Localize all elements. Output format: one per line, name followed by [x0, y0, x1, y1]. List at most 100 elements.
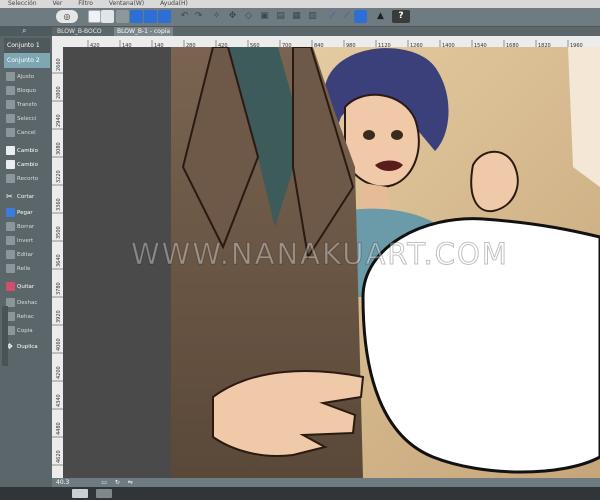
tool-fill[interactable]: Relle — [6, 262, 50, 276]
tool-cut[interactable]: ✂ Cortar — [6, 190, 50, 204]
left-panel: ⌕ Conjunto 1 Conjunto 2 Ajusto Bloquo Tr… — [0, 26, 52, 500]
tool-copy[interactable]: Copia — [6, 324, 50, 338]
menu-bar: Selección Ver Filtro Ventana(W) Ayuda(H) — [0, 0, 600, 8]
tool-selection[interactable]: Selecci — [6, 112, 50, 126]
crop-icon — [6, 174, 15, 183]
tool-paste[interactable]: Pegar — [6, 206, 50, 220]
taskbar-app-icon-2[interactable] — [96, 489, 112, 498]
tool-lock[interactable]: Bloquo — [6, 84, 50, 98]
blue-square-icon[interactable] — [354, 10, 367, 23]
tool-edit[interactable]: Editar — [6, 248, 50, 262]
tool-undo[interactable]: Deshac — [6, 296, 50, 310]
tool-label: Cortar — [17, 194, 35, 200]
tool-redo[interactable]: Rehac — [6, 310, 50, 324]
tool-crop[interactable]: Recorto — [6, 172, 50, 186]
save-icon[interactable] — [116, 10, 129, 23]
watermark-text: WWW.NANAKUART.COM — [131, 237, 509, 272]
tool-label: Invert — [17, 238, 34, 244]
tool-duplicate[interactable]: ❖ Duplica — [6, 340, 50, 354]
ruler-left-label: 2800 — [56, 86, 62, 99]
cancel-icon — [6, 128, 15, 137]
set-tab-2[interactable]: Conjunto 2 — [4, 53, 50, 68]
pen-alt-icon[interactable]: ⟋ — [340, 10, 353, 23]
taskbar-app-icon-1[interactable] — [72, 489, 88, 498]
ruler-left-label: 3220 — [56, 170, 62, 183]
tool-invert[interactable]: Invert — [6, 234, 50, 248]
tool-switch-1[interactable]: Cambio — [6, 144, 50, 158]
menu-item-help[interactable]: Ayuda(H) — [160, 0, 188, 7]
ruler-left-ticks: 2660 2800 2940 3080 3220 3360 3500 3640 3780 3920… — [52, 58, 63, 466]
grid-icon[interactable]: ▦ — [290, 10, 303, 23]
ruler-left-label: 4060 — [56, 338, 62, 351]
switch-icon — [6, 160, 15, 169]
tab-blow-b-boco[interactable]: BLOW_B-BOCO — [54, 27, 105, 36]
ruler-left-label: 4340 — [56, 394, 62, 407]
tool-adjust[interactable]: Ajusto — [6, 70, 50, 84]
tool-erase[interactable]: Borrar — [6, 220, 50, 234]
ruler-left-label: 4200 — [56, 366, 62, 379]
menu-item-window[interactable]: Ventana(W) — [109, 0, 144, 7]
canvas-area[interactable]: WWW.NANAKUART.COM — [63, 47, 600, 478]
menu-item-view[interactable]: Ver — [53, 0, 63, 7]
paste-icon — [6, 208, 15, 217]
tool-transform[interactable]: Transfo — [6, 98, 50, 112]
menu-item-selection[interactable]: Selección — [8, 0, 37, 7]
taskbar — [0, 487, 600, 500]
tool-label: Relle — [17, 266, 31, 272]
tool-label: Bloquo — [17, 88, 37, 94]
ruler-icon[interactable]: ▥ — [306, 10, 319, 23]
tool-cancel[interactable]: Cancel — [6, 126, 50, 140]
tool-label: Selecci — [17, 116, 37, 122]
zoom-value[interactable]: 40.3 — [56, 479, 69, 486]
zoom-out-icon[interactable]: ▭ — [101, 479, 107, 486]
panel-resize-handle[interactable] — [2, 306, 8, 366]
flip-icon[interactable]: ⇋ — [128, 479, 133, 486]
blue-tool-1-icon[interactable] — [130, 10, 143, 23]
invert-icon — [6, 236, 15, 245]
tab-blow-b1-copy[interactable]: BLOW_B-1 - copia — [114, 27, 174, 36]
woman-face — [344, 93, 420, 188]
ruler-left-label: 3640 — [56, 254, 62, 267]
help-icon[interactable]: ? — [392, 10, 410, 23]
layer-icon[interactable]: ▤ — [274, 10, 287, 23]
transform-icon — [6, 100, 15, 109]
new-file-icon[interactable] — [88, 10, 101, 23]
redo-icon[interactable]: ↷ — [192, 10, 205, 23]
fill-icon — [6, 264, 15, 273]
ruler-left-label: 3080 — [56, 142, 62, 155]
scissors-icon: ✂ — [6, 192, 13, 201]
tool-label: Ajusto — [17, 74, 35, 80]
remove-icon — [6, 282, 15, 291]
tool-label: Borrar — [17, 224, 35, 230]
blue-tool-3-icon[interactable] — [158, 10, 171, 23]
blue-tool-2-icon[interactable] — [144, 10, 157, 23]
erase-icon — [6, 222, 15, 231]
woman-hand — [470, 150, 519, 213]
adjust-icon — [6, 72, 15, 81]
menu-item-filter[interactable]: Filtro — [78, 0, 93, 7]
open-folder-icon[interactable] — [101, 10, 114, 23]
tool-remove[interactable]: Quitar — [6, 280, 50, 294]
rotate-icon[interactable]: ↻ — [115, 479, 120, 486]
fill-icon[interactable]: ▣ — [258, 10, 271, 23]
transform-icon[interactable]: ✧ — [210, 10, 223, 23]
move-icon[interactable]: ✥ — [226, 10, 239, 23]
set-tab-1[interactable]: Conjunto 1 — [4, 38, 50, 53]
app-logo-icon[interactable]: ◎ — [56, 10, 78, 23]
graduation-cap-icon[interactable]: ▲ — [374, 10, 387, 23]
pen-icon[interactable]: ⟋ — [326, 10, 339, 23]
lock-icon — [6, 86, 15, 95]
eraser-icon[interactable]: ◇ — [242, 10, 255, 23]
tool-label: Transfo — [17, 102, 37, 108]
undo-icon[interactable]: ↶ — [178, 10, 191, 23]
eye-left — [363, 130, 375, 140]
command-bar: ◎ ↶ ↷ ✧ ✥ ◇ ▣ ▤ ▦ ▥ ⟋ ⟋ ▲ ? — [0, 8, 600, 27]
tool-label: Quitar — [17, 284, 35, 290]
tool-label: Deshac — [17, 300, 38, 306]
eye-right — [391, 130, 403, 140]
ruler-left-label: 3780 — [56, 282, 62, 295]
tool-switch-2[interactable]: Cambio — [6, 158, 50, 172]
search-icon[interactable]: ⌕ — [22, 26, 32, 36]
tool-label: Rehac — [17, 314, 34, 320]
ruler-left-label: 3360 — [56, 198, 62, 211]
